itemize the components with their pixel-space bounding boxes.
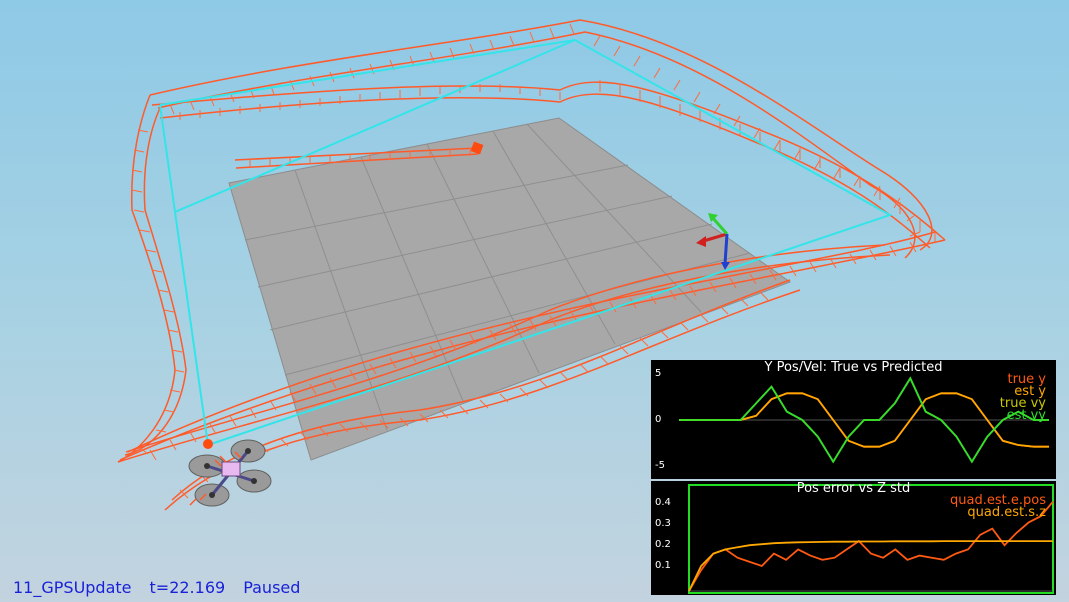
waypoint-dot (203, 439, 213, 449)
legend-item: est vy (1006, 408, 1046, 423)
sim-state: Paused (243, 578, 301, 597)
y-tick-label: 0 (655, 414, 662, 425)
status-bar: 11_GPSUpdate t=22.169 Paused (13, 578, 300, 597)
y-tick-label: -5 (655, 460, 665, 471)
y-pos-vel-chart (679, 376, 1049, 464)
scenario-name: 11_GPSUpdate (13, 578, 132, 597)
y-tick-label: 5 (655, 368, 662, 379)
plot-legend: quad.est.e.pos quad.est.s.z (950, 494, 1046, 520)
y-pos-vel-plot[interactable]: Y Pos/Vel: True vs Predicted 5 0 -5 true… (651, 360, 1056, 479)
series-line (688, 540, 1053, 592)
y-tick-label: 0.2 (655, 539, 671, 550)
legend-item: quad.est.s.z (967, 505, 1046, 520)
y-tick-label: 0.4 (655, 497, 671, 508)
plot-title: Y Pos/Vel: True vs Predicted (764, 360, 943, 375)
pos-error-plot[interactable]: Pos error vs Z std 0.4 0.3 0.2 0.1 quad.… (651, 481, 1056, 595)
plot-legend: true y est y true vy est vy (1000, 373, 1046, 423)
y-tick-label: 0.1 (655, 560, 671, 571)
quadcopter[interactable] (188, 439, 272, 507)
sim-time: t=22.169 (149, 578, 226, 597)
y-tick-label: 0.3 (655, 518, 671, 529)
